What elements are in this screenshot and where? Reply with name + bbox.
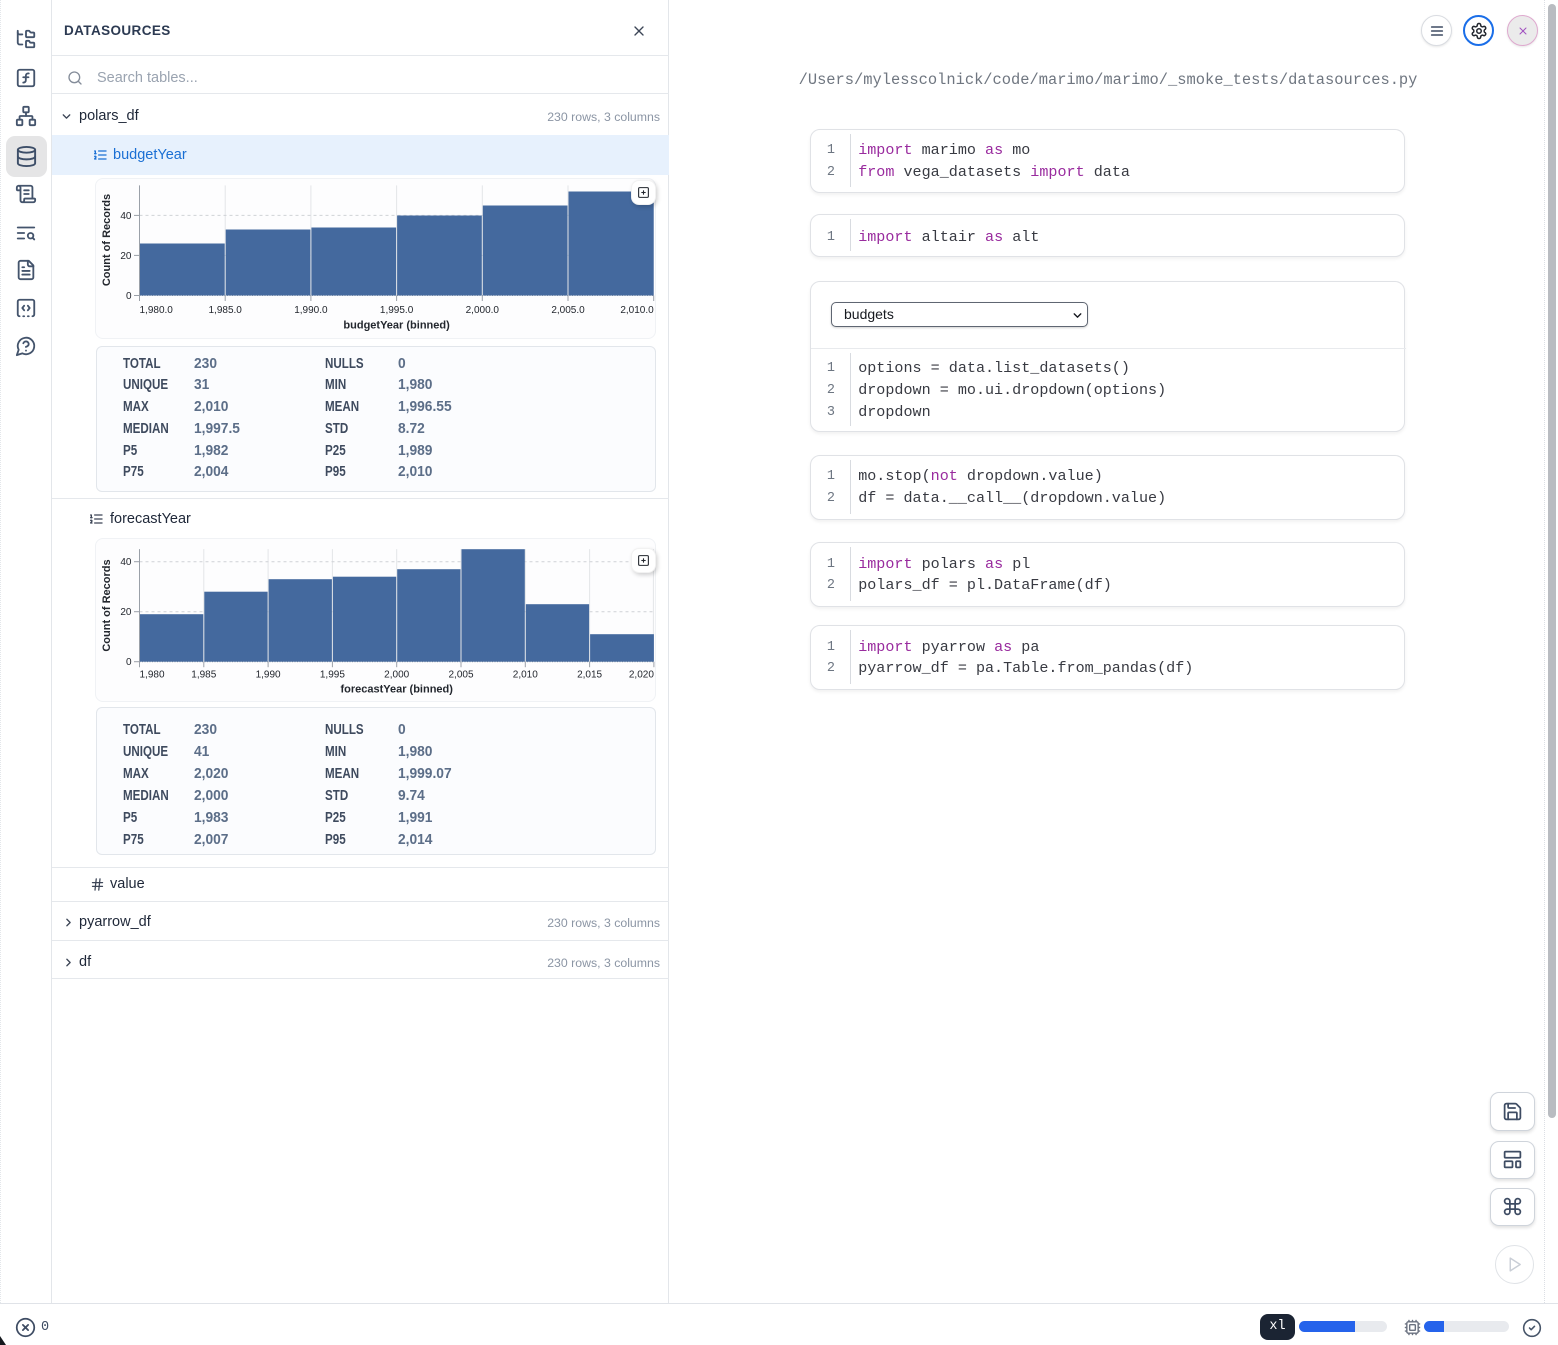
svg-text:20: 20 bbox=[120, 251, 132, 262]
svg-text:2,015: 2,015 bbox=[577, 670, 602, 681]
svg-text:1,995: 1,995 bbox=[320, 670, 345, 681]
svg-text:2,020: 2,020 bbox=[629, 670, 654, 681]
svg-text:0: 0 bbox=[126, 291, 132, 302]
svg-text:20: 20 bbox=[120, 607, 132, 618]
svg-text:1,990.0: 1,990.0 bbox=[294, 305, 328, 316]
svg-text:budgetYear (binned): budgetYear (binned) bbox=[343, 320, 450, 332]
svg-text:2,010: 2,010 bbox=[513, 670, 538, 681]
svg-text:1,990: 1,990 bbox=[256, 670, 281, 681]
svg-text:Count of Records: Count of Records bbox=[101, 194, 113, 286]
svg-text:40: 40 bbox=[120, 557, 132, 568]
svg-text:0: 0 bbox=[126, 657, 132, 668]
svg-text:2,005.0: 2,005.0 bbox=[551, 305, 585, 316]
svg-text:1,980: 1,980 bbox=[140, 670, 165, 681]
svg-text:Count of Records: Count of Records bbox=[101, 559, 113, 651]
svg-text:1,995.0: 1,995.0 bbox=[380, 305, 414, 316]
svg-text:1,980.0: 1,980.0 bbox=[140, 305, 174, 316]
svg-text:2,000.0: 2,000.0 bbox=[466, 305, 500, 316]
svg-text:40: 40 bbox=[120, 211, 132, 222]
svg-text:2,010.0: 2,010.0 bbox=[620, 305, 654, 316]
svg-text:1,985: 1,985 bbox=[191, 670, 216, 681]
svg-text:1,985.0: 1,985.0 bbox=[209, 305, 243, 316]
svg-text:2,005: 2,005 bbox=[448, 670, 473, 681]
svg-text:2,000: 2,000 bbox=[384, 670, 409, 681]
svg-text:forecastYear (binned): forecastYear (binned) bbox=[340, 684, 453, 696]
